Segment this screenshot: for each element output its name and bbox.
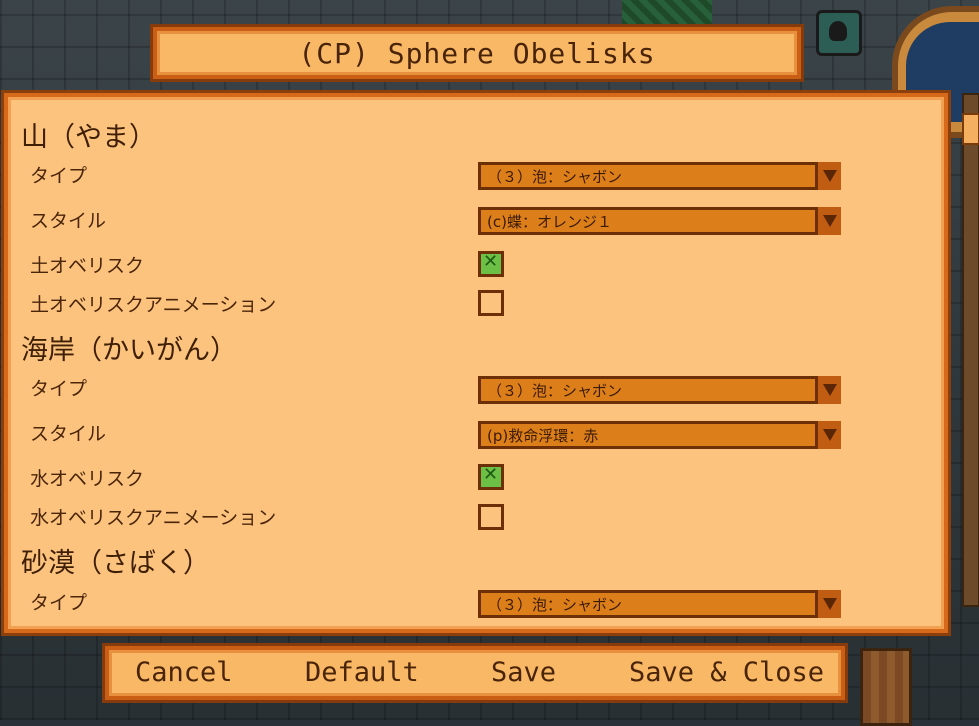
mountain-style-dropdown[interactable]: (c)蝶：オレンジ１ bbox=[478, 207, 841, 235]
section-title-desert: 砂漠（さばく） bbox=[21, 548, 210, 579]
water-obelisk-animation-label: 水オベリスクアニメーション bbox=[30, 507, 277, 529]
beach-style-label: スタイル bbox=[30, 423, 107, 445]
desert-type-label: タイプ bbox=[30, 592, 88, 614]
earth-obelisk-checkbox[interactable]: ✕ bbox=[478, 251, 504, 277]
earth-obelisk-animation-label: 土オベリスクアニメーション bbox=[30, 294, 277, 316]
crow-portrait-icon bbox=[816, 10, 862, 56]
water-obelisk-animation-checkbox[interactable] bbox=[478, 504, 504, 530]
dropdown-arrow-icon[interactable] bbox=[815, 590, 841, 618]
mountain-style-label: スタイル bbox=[30, 210, 107, 232]
cancel-button[interactable]: Cancel bbox=[135, 650, 233, 696]
mountain-type-dropdown[interactable]: （３）泡：シャボン bbox=[478, 162, 841, 190]
dropdown-arrow-icon[interactable] bbox=[815, 207, 841, 235]
beach-type-value: （３）泡：シャボン bbox=[487, 381, 623, 400]
dropdown-arrow-icon[interactable] bbox=[815, 162, 841, 190]
dropdown-arrow-icon[interactable] bbox=[815, 421, 841, 449]
save-and-close-button[interactable]: Save & Close bbox=[629, 650, 824, 696]
barrel-decoration bbox=[860, 648, 912, 726]
config-title-bar: (CP) Sphere Obelisks bbox=[153, 27, 801, 79]
checkmark-icon: ✕ bbox=[483, 464, 499, 485]
scrollbar-thumb[interactable] bbox=[962, 113, 979, 145]
hedge-decoration bbox=[622, 0, 712, 26]
page-title: (CP) Sphere Obelisks bbox=[298, 36, 656, 70]
water-obelisk-label: 水オベリスク bbox=[30, 468, 145, 490]
dropdown-arrow-icon[interactable] bbox=[815, 376, 841, 404]
beach-type-label: タイプ bbox=[30, 378, 88, 400]
options-panel: 山（やま） タイプ （３）泡：シャボン スタイル (c)蝶：オレンジ１ 土オベリ… bbox=[4, 93, 948, 633]
beach-type-dropdown[interactable]: （３）泡：シャボン bbox=[478, 376, 841, 404]
scrollbar-track[interactable] bbox=[962, 93, 979, 607]
beach-style-value: (p)救命浮環：赤 bbox=[487, 426, 599, 445]
section-title-mountain: 山（やま） bbox=[21, 122, 156, 153]
desert-type-value: （３）泡：シャボン bbox=[487, 595, 623, 614]
beach-style-dropdown[interactable]: (p)救命浮環：赤 bbox=[478, 421, 841, 449]
section-title-beach: 海岸（かいがん） bbox=[21, 335, 237, 366]
mountain-type-label: タイプ bbox=[30, 165, 88, 187]
action-button-bar: Cancel Default Save Save & Close bbox=[105, 646, 845, 700]
save-button[interactable]: Save bbox=[491, 650, 556, 696]
mountain-style-value: (c)蝶：オレンジ１ bbox=[487, 212, 612, 231]
earth-obelisk-label: 土オベリスク bbox=[30, 255, 145, 277]
default-button[interactable]: Default bbox=[305, 650, 419, 696]
mountain-type-value: （３）泡：シャボン bbox=[487, 167, 623, 186]
water-obelisk-checkbox[interactable]: ✕ bbox=[478, 464, 504, 490]
earth-obelisk-animation-checkbox[interactable] bbox=[478, 290, 504, 316]
checkmark-icon: ✕ bbox=[483, 251, 499, 272]
desert-type-dropdown[interactable]: （３）泡：シャボン bbox=[478, 590, 841, 618]
